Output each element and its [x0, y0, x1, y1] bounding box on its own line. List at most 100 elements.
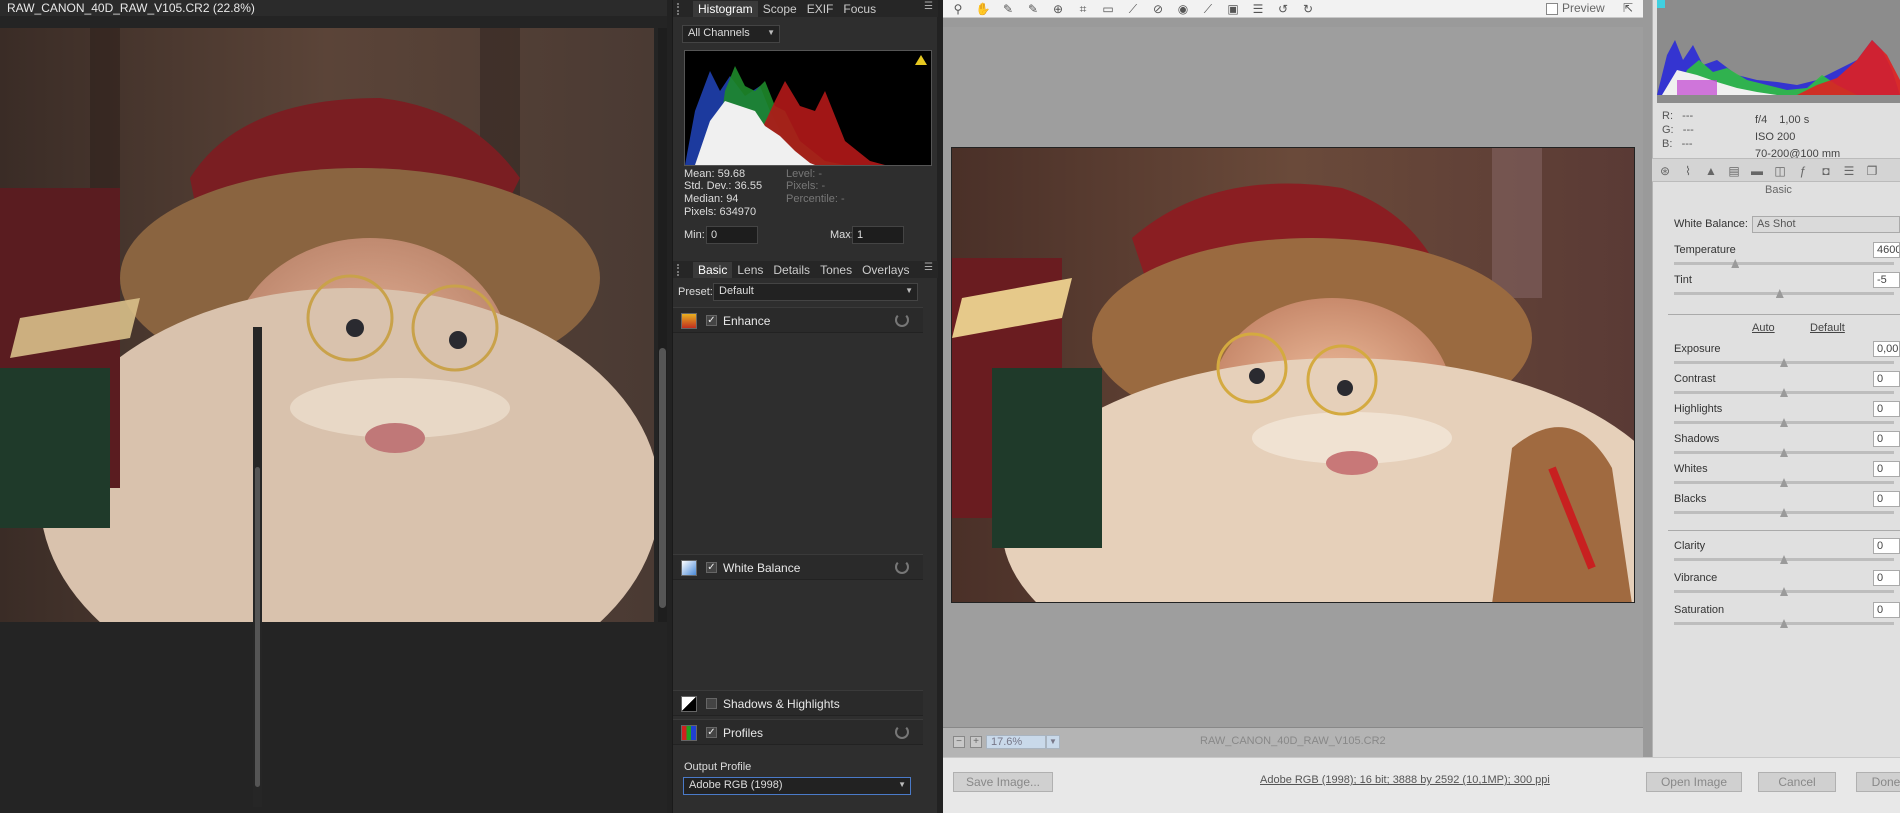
shutter-speed: 1,00 s	[1779, 114, 1810, 126]
acr-blacks-value[interactable]: 0	[1873, 491, 1900, 507]
effects-tab-icon[interactable]: ƒ	[1795, 163, 1811, 179]
profiles-section-header[interactable]: ✓ Profiles	[673, 719, 923, 745]
hsl-tab-icon[interactable]: ▤	[1726, 163, 1742, 179]
tab-details[interactable]: Details	[768, 262, 815, 278]
basic-tab-icon[interactable]: ⊛	[1657, 163, 1673, 179]
aperture: f/4	[1755, 114, 1768, 126]
tab-histogram[interactable]: Histogram	[693, 0, 758, 17]
acr-shadows-value[interactable]: 0	[1873, 431, 1900, 447]
white-balance-section-header[interactable]: ✓ White Balance	[673, 554, 923, 580]
reset-icon[interactable]	[895, 560, 909, 574]
zoom-level-select[interactable]: 17.6%	[986, 735, 1046, 749]
scroll-thumb[interactable]	[659, 348, 666, 608]
white-balance-tool-icon[interactable]: ✎	[1000, 2, 1016, 16]
tab-overlays[interactable]: Overlays	[857, 262, 914, 278]
scroll-thumb[interactable]	[255, 467, 260, 787]
preview-toggle[interactable]: Preview	[1546, 1, 1605, 15]
preview-checkbox[interactable]	[1546, 2, 1558, 15]
fullscreen-icon[interactable]: ⇱	[1620, 1, 1636, 15]
divider	[1668, 314, 1900, 315]
save-image-button[interactable]: Save Image...	[953, 772, 1053, 792]
straighten-tool-icon[interactable]: ▭	[1100, 2, 1116, 16]
acr-highlights-value[interactable]: 0	[1873, 401, 1900, 417]
min-input[interactable]: 0	[706, 226, 758, 244]
color-sampler-icon[interactable]: ✎	[1025, 2, 1041, 16]
tab-basic[interactable]: Basic	[693, 261, 733, 278]
profiles-checkbox[interactable]: ✓	[706, 727, 717, 738]
camera-calibration-tab-icon[interactable]: ◘	[1818, 163, 1834, 179]
max-input[interactable]: 1	[852, 226, 904, 244]
tab-focus[interactable]: Focus	[838, 1, 881, 17]
default-link[interactable]: Default	[1810, 322, 1845, 334]
adjustment-brush-icon[interactable]: ⟋	[1200, 2, 1216, 16]
done-button[interactable]: Done	[1856, 772, 1900, 792]
acr-saturation-value[interactable]: 0	[1873, 602, 1900, 618]
tab-lens[interactable]: Lens	[732, 262, 768, 278]
auto-link[interactable]: Auto	[1752, 322, 1775, 334]
acr-temperature-value[interactable]: 4600	[1873, 242, 1900, 258]
santa-photo-canvas[interactable]	[0, 28, 654, 622]
acr-clarity-value[interactable]: 0	[1873, 538, 1900, 554]
crop-tool-icon[interactable]: ⌗	[1075, 2, 1091, 16]
split-toning-tab-icon[interactable]: ▬	[1749, 163, 1765, 179]
snapshots-tab-icon[interactable]: ❐	[1864, 163, 1880, 179]
graduated-filter-icon[interactable]: ▣	[1225, 2, 1241, 16]
zoom-tool-icon[interactable]: ⚲	[950, 2, 966, 16]
acr-temperature-slider[interactable]	[1674, 259, 1894, 268]
cancel-button[interactable]: Cancel	[1758, 772, 1836, 792]
enhance-section-header[interactable]: ✓ Enhance	[673, 307, 923, 333]
tab-scope[interactable]: Scope	[758, 1, 802, 17]
acr-shadows-slider[interactable]	[1674, 448, 1894, 457]
zoom-out-icon[interactable]: −	[953, 736, 965, 748]
targeted-adjust-icon[interactable]: ⊕	[1050, 2, 1066, 16]
channel-select[interactable]: All Channels ▼	[682, 25, 780, 43]
preset-select[interactable]: Default ▼	[713, 283, 918, 301]
white-balance-checkbox[interactable]: ✓	[706, 562, 717, 573]
acr-whites-value[interactable]: 0	[1873, 461, 1900, 477]
tab-tones[interactable]: Tones	[815, 262, 857, 278]
lens-tab-icon[interactable]: ◫	[1772, 163, 1788, 179]
acr-blacks-slider[interactable]	[1674, 508, 1894, 517]
acr-highlights-slider[interactable]	[1674, 418, 1894, 427]
chevron-down-icon[interactable]: ▼	[1046, 735, 1060, 749]
acr-clarity-slider[interactable]	[1674, 555, 1894, 564]
open-image-button[interactable]: Open Image	[1646, 772, 1742, 792]
spot-removal-icon[interactable]: ⊘	[1150, 2, 1166, 16]
acr-tint-slider[interactable]	[1674, 289, 1894, 298]
reset-icon[interactable]	[895, 725, 909, 739]
panel-menu-icon[interactable]: ☰	[924, 2, 934, 12]
acr-vibrance-value[interactable]: 0	[1873, 570, 1900, 586]
tone-curve-tab-icon[interactable]: ⌇	[1680, 163, 1696, 179]
left-viewer-scrollbar[interactable]	[658, 28, 667, 622]
adjust-panel-scrollbar[interactable]	[253, 327, 262, 807]
hand-tool-icon[interactable]: ✋	[975, 2, 991, 16]
workflow-options-link[interactable]: Adobe RGB (1998); 16 bit; 3888 by 2592 (…	[1260, 774, 1550, 786]
zoom-in-icon[interactable]: +	[970, 736, 982, 748]
presets-tab-icon[interactable]: ☰	[1841, 163, 1857, 179]
acr-vibrance-slider[interactable]	[1674, 587, 1894, 596]
reset-icon[interactable]	[895, 313, 909, 327]
acr-contrast-slider[interactable]	[1674, 388, 1894, 397]
tab-exif[interactable]: EXIF	[802, 1, 839, 17]
output-profile-select[interactable]: Adobe RGB (1998) ▼	[683, 777, 911, 795]
rotate-right-icon[interactable]: ↻	[1300, 2, 1316, 16]
acr-contrast-value[interactable]: 0	[1873, 371, 1900, 387]
acr-santa-photo[interactable]	[951, 147, 1635, 603]
list-icon[interactable]: ☰	[1250, 2, 1266, 16]
red-eye-icon[interactable]: ◉	[1175, 2, 1191, 16]
rotate-left-icon[interactable]: ↺	[1275, 2, 1291, 16]
enhance-checkbox[interactable]: ✓	[706, 315, 717, 326]
shadows-highlights-section-header[interactable]: Shadows & Highlights	[673, 690, 923, 716]
panel-grip-icon[interactable]	[677, 264, 683, 276]
transform-tool-icon[interactable]: ⟋	[1125, 2, 1141, 16]
shadows-highlights-checkbox[interactable]	[706, 698, 717, 709]
acr-whites-slider[interactable]	[1674, 478, 1894, 487]
acr-exposure-value[interactable]: 0,00	[1873, 341, 1900, 357]
panel-grip-icon[interactable]	[677, 3, 683, 15]
detail-tab-icon[interactable]: ▲	[1703, 163, 1719, 179]
panel-menu-icon[interactable]: ☰	[924, 263, 934, 273]
acr-saturation-slider[interactable]	[1674, 619, 1894, 628]
acr-white-balance-select[interactable]: As Shot	[1752, 216, 1900, 233]
acr-tint-value[interactable]: -5	[1873, 272, 1900, 288]
acr-exposure-slider[interactable]	[1674, 358, 1894, 367]
